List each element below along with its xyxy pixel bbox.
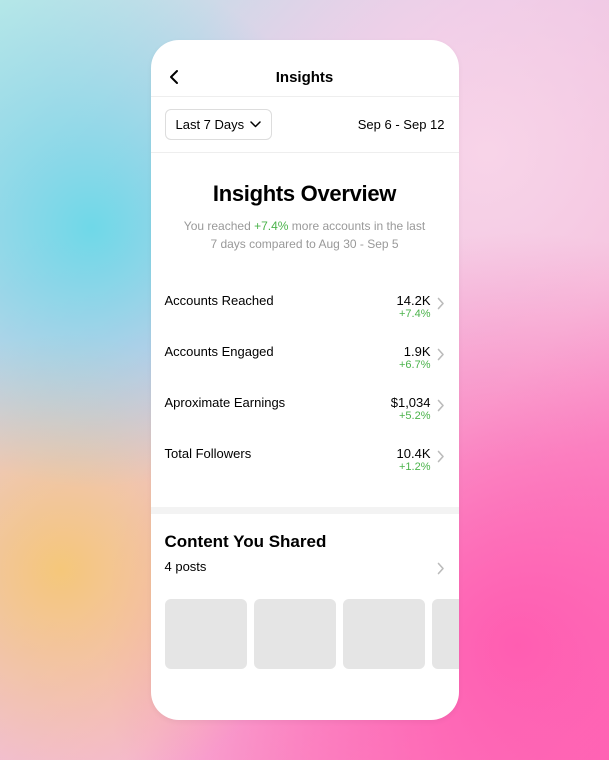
chevron-right-icon — [437, 348, 445, 361]
chevron-right-icon — [437, 450, 445, 463]
dropdown-label: Last 7 Days — [176, 117, 245, 132]
metric-value: 1.9K — [399, 344, 431, 359]
header: Insights — [151, 40, 459, 97]
overview-section: Insights Overview You reached +7.4% more… — [151, 153, 459, 263]
overview-subtitle: You reached +7.4% more accounts in the l… — [165, 217, 445, 253]
chevron-right-icon — [437, 399, 445, 412]
insights-screen: Insights Last 7 Days Sep 6 - Sep 12 Insi… — [151, 40, 459, 720]
metric-label: Aproximate Earnings — [165, 395, 391, 410]
page-title: Insights — [151, 69, 459, 86]
metric-change: +5.2% — [391, 410, 431, 422]
metric-value: 14.2K — [397, 293, 431, 308]
metric-value: $1,034 — [391, 395, 431, 410]
overview-title: Insights Overview — [165, 181, 445, 207]
post-thumbnail[interactable] — [343, 599, 425, 669]
metric-row-accounts-engaged[interactable]: Accounts Engaged 1.9K +6.7% — [165, 332, 445, 383]
metric-change: +1.2% — [397, 461, 431, 473]
content-shared-section: Content You Shared 4 posts — [151, 514, 459, 587]
metric-change: +6.7% — [399, 359, 431, 371]
date-range-label: Sep 6 - Sep 12 — [358, 117, 445, 132]
metrics-list: Accounts Reached 14.2K +7.4% Accounts En… — [151, 263, 459, 507]
back-icon[interactable] — [165, 68, 183, 86]
chevron-right-icon — [437, 297, 445, 310]
metric-change: +7.4% — [397, 308, 431, 320]
section-divider — [151, 507, 459, 514]
metric-row-earnings[interactable]: Aproximate Earnings $1,034 +5.2% — [165, 383, 445, 434]
chevron-down-icon — [250, 121, 261, 128]
overview-pct: +7.4% — [254, 219, 288, 233]
post-thumbnail[interactable] — [432, 599, 459, 669]
metric-label: Accounts Reached — [165, 293, 397, 308]
date-range-dropdown[interactable]: Last 7 Days — [165, 109, 273, 140]
posts-count: 4 posts — [165, 559, 207, 574]
metric-label: Total Followers — [165, 446, 397, 461]
filter-row: Last 7 Days Sep 6 - Sep 12 — [151, 97, 459, 152]
metric-row-followers[interactable]: Total Followers 10.4K +1.2% — [165, 434, 445, 485]
posts-row[interactable]: 4 posts — [165, 558, 445, 575]
metric-value: 10.4K — [397, 446, 431, 461]
post-thumbnails — [151, 587, 459, 669]
post-thumbnail[interactable] — [254, 599, 336, 669]
post-thumbnail[interactable] — [165, 599, 247, 669]
content-shared-title: Content You Shared — [165, 532, 445, 552]
metric-label: Accounts Engaged — [165, 344, 400, 359]
chevron-right-icon — [437, 562, 445, 575]
metric-row-accounts-reached[interactable]: Accounts Reached 14.2K +7.4% — [165, 281, 445, 332]
